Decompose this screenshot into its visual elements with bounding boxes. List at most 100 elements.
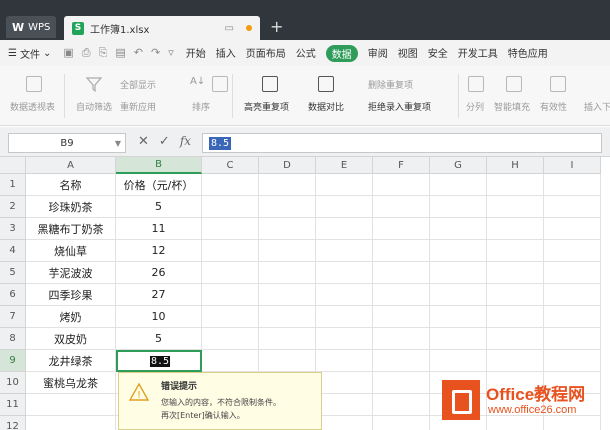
more-icon[interactable]: ▿ (168, 46, 174, 60)
cell-empty[interactable] (487, 174, 544, 196)
reapply-button[interactable]: 重新应用 (120, 100, 156, 113)
insert-dropdown-button[interactable]: 插入下 (584, 100, 610, 113)
cell-empty[interactable] (487, 328, 544, 350)
cell-empty[interactable] (202, 174, 259, 196)
column-header-b[interactable]: B (116, 157, 202, 174)
cell-empty[interactable] (373, 306, 430, 328)
cell-empty[interactable] (544, 306, 601, 328)
cell-empty[interactable] (373, 240, 430, 262)
cell-empty[interactable] (430, 196, 487, 218)
menu-tab-security[interactable]: 安全 (428, 45, 448, 62)
cell-empty[interactable] (544, 218, 601, 240)
cell-empty[interactable] (373, 196, 430, 218)
monitor-icon[interactable]: ▭ (225, 23, 234, 34)
new-tab-button[interactable]: + (270, 17, 283, 36)
smart-fill-button[interactable]: 智能填充 (494, 100, 530, 113)
cell-empty[interactable] (430, 350, 487, 372)
cell-empty[interactable] (544, 174, 601, 196)
cell-empty[interactable] (487, 196, 544, 218)
split-column-button[interactable]: 分列 (466, 100, 484, 113)
cell-empty[interactable] (316, 350, 373, 372)
cell-empty[interactable] (316, 394, 373, 416)
cell-price[interactable]: 价格（元/杯） (116, 174, 202, 196)
menu-tab-features[interactable]: 特色应用 (508, 45, 548, 62)
cell-empty[interactable] (202, 306, 259, 328)
cell-empty[interactable] (259, 262, 316, 284)
cell-empty[interactable] (373, 218, 430, 240)
row-header[interactable]: 1 (0, 174, 26, 196)
validity-button[interactable]: 有效性 (540, 100, 567, 113)
row-header[interactable]: 10 (0, 372, 26, 394)
document-tab[interactable]: S 工作簿1.xlsx ▭ (64, 16, 260, 40)
cell-price[interactable]: 10 (116, 306, 202, 328)
confirm-icon[interactable]: ✓ (159, 134, 170, 149)
cell-empty[interactable] (202, 240, 259, 262)
cell-empty[interactable] (259, 328, 316, 350)
cell-empty[interactable] (316, 306, 373, 328)
cell-empty[interactable] (373, 262, 430, 284)
cell-empty[interactable] (430, 262, 487, 284)
cell-price[interactable]: 11 (116, 218, 202, 240)
print-icon[interactable]: ⎘ (99, 46, 108, 60)
save-icon[interactable]: ▣ (63, 46, 73, 60)
cell-empty[interactable] (202, 218, 259, 240)
cell-empty[interactable] (373, 174, 430, 196)
cell-empty[interactable] (487, 262, 544, 284)
cell-empty[interactable] (430, 174, 487, 196)
cell-price[interactable]: 5 (116, 328, 202, 350)
cell-name[interactable] (26, 394, 116, 416)
cell-name[interactable]: 黑糖布丁奶茶 (26, 218, 116, 240)
cell-empty[interactable] (259, 240, 316, 262)
menu-tab-data[interactable]: 数据 (325, 44, 358, 62)
show-all-button[interactable]: 全部显示 (120, 78, 156, 91)
column-header-i[interactable]: I (544, 157, 601, 174)
cell-empty[interactable] (259, 174, 316, 196)
cell-empty[interactable] (373, 350, 430, 372)
cell-name[interactable]: 四季珍果 (26, 284, 116, 306)
cell-empty[interactable] (202, 350, 259, 372)
cell-empty[interactable] (373, 284, 430, 306)
cell-empty[interactable] (544, 284, 601, 306)
name-box[interactable]: B9 ▼ (8, 133, 126, 153)
active-cell[interactable]: 8.5 (116, 350, 202, 372)
formula-input[interactable]: 8.5 (202, 133, 602, 153)
cell-empty[interactable] (430, 218, 487, 240)
menu-tab-page-layout[interactable]: 页面布局 (246, 45, 286, 62)
undo-icon[interactable]: ↶ (134, 46, 143, 60)
cell-empty[interactable] (373, 416, 430, 430)
cell-empty[interactable] (487, 306, 544, 328)
wps-home-tab[interactable]: W WPS (6, 16, 56, 38)
column-header-g[interactable]: G (430, 157, 487, 174)
cell-empty[interactable] (316, 372, 373, 394)
autofilter-button[interactable]: 自动筛选 (76, 100, 112, 113)
cell-empty[interactable] (202, 284, 259, 306)
column-header-a[interactable]: A (26, 157, 116, 174)
cancel-icon[interactable]: ✕ (138, 134, 149, 149)
menu-tab-developer[interactable]: 开发工具 (458, 45, 498, 62)
cell-empty[interactable] (259, 284, 316, 306)
redo-icon[interactable]: ↷ (151, 46, 160, 60)
cell-empty[interactable] (430, 328, 487, 350)
export-icon[interactable]: ⎙ (82, 46, 91, 60)
cell-empty[interactable] (373, 328, 430, 350)
cell-name[interactable]: 名称 (26, 174, 116, 196)
cell-empty[interactable] (316, 196, 373, 218)
cell-empty[interactable] (259, 218, 316, 240)
cell-name[interactable]: 芋泥波波 (26, 262, 116, 284)
row-header[interactable]: 5 (0, 262, 26, 284)
cell-name[interactable]: 龙井绿茶 (26, 350, 116, 372)
preview-icon[interactable]: ▤ (115, 46, 125, 60)
cell-empty[interactable] (202, 328, 259, 350)
row-header[interactable]: 9 (0, 350, 26, 372)
cell-empty[interactable] (259, 350, 316, 372)
cell-empty[interactable] (316, 174, 373, 196)
cell-empty[interactable] (316, 262, 373, 284)
cell-empty[interactable] (316, 218, 373, 240)
cell-empty[interactable] (430, 240, 487, 262)
cell-empty[interactable] (430, 306, 487, 328)
row-header[interactable]: 11 (0, 394, 26, 416)
cell-empty[interactable] (373, 372, 430, 394)
cell-empty[interactable] (430, 284, 487, 306)
cell-name[interactable]: 蜜桃乌龙茶 (26, 372, 116, 394)
menu-tab-formula[interactable]: 公式 (296, 45, 316, 62)
